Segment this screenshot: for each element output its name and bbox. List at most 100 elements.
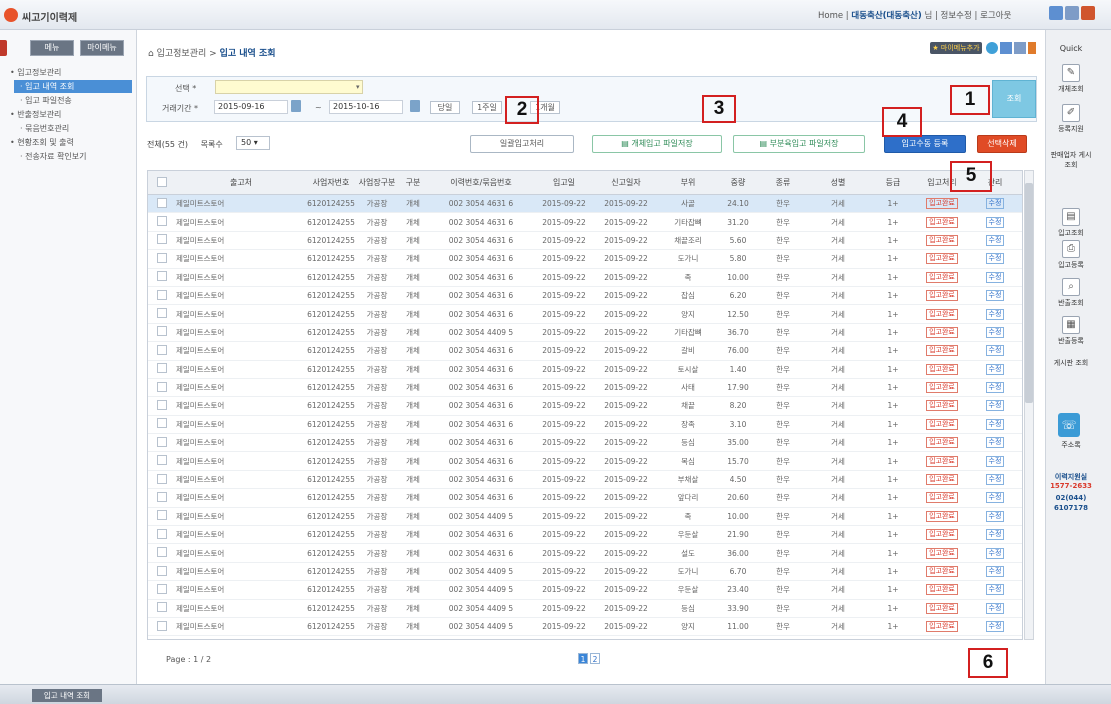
sidebar-item[interactable]: · 입고 내역 조회 (14, 80, 132, 93)
receive-status-badge[interactable]: 입고완료 (926, 345, 958, 357)
sidebar-item[interactable]: • 반출정보관리 (10, 108, 61, 121)
edit-button[interactable]: 수정 (985, 547, 1005, 559)
table-row[interactable]: 제일미트스토어 6120124255 가공장 개체 002 3054 4631 6 201… (148, 451, 1022, 471)
row-checkbox[interactable] (148, 470, 176, 490)
quick-receive-register[interactable]: ⎙ 입고등록 (1050, 240, 1092, 270)
column-header[interactable]: 종류 (758, 171, 808, 195)
receive-status-badge[interactable]: 입고완료 (926, 418, 958, 430)
receive-status-badge[interactable]: 입고완료 (926, 290, 958, 302)
receive-status-badge[interactable]: 입고완료 (926, 529, 958, 541)
edit-button[interactable]: 수정 (985, 510, 1005, 522)
column-header[interactable]: 신고일자 (594, 171, 658, 195)
edit-button[interactable]: 수정 (985, 382, 1005, 394)
tab-my-menu[interactable]: 마이메뉴 (80, 40, 124, 56)
delete-selected-button[interactable]: 선택삭제 (977, 135, 1027, 153)
row-checkbox[interactable] (148, 507, 176, 527)
print-icon[interactable] (1000, 42, 1012, 54)
row-checkbox[interactable] (148, 249, 176, 269)
table-row[interactable]: 제일미트스토어 6120124255 가공장 개체 002 3054 4631 6 201… (148, 525, 1022, 545)
rows-per-page-select[interactable]: 50 ▾ (236, 136, 270, 150)
edit-button[interactable]: 수정 (985, 584, 1005, 596)
select-dropdown-icon[interactable]: ▾ (356, 83, 360, 91)
column-header[interactable]: 부위 (658, 171, 718, 195)
edit-button[interactable]: 수정 (985, 400, 1005, 412)
bottom-tab-receive-lookup[interactable]: 입고 내역 조회 (32, 689, 102, 702)
close-icon[interactable] (1081, 6, 1095, 20)
breadcrumb-parent[interactable]: 입고정보관리 > (157, 49, 217, 59)
receive-status-badge[interactable]: 입고완료 (926, 216, 958, 228)
table-row[interactable]: 제일미트스토어 6120124255 가공장 개체 002 3054 4631 6 201… (148, 304, 1022, 324)
table-row[interactable]: 제일미트스토어 6120124255 가공장 개체 002 3054 4631 6 201… (148, 360, 1022, 379)
table-row[interactable]: 제일미트스토어 6120124255 가공장 개체 002 3054 4631 6 201… (148, 286, 1022, 306)
table-row[interactable]: 제일미트스토어6120124255가공장개체002 3054 4409 5201… (148, 323, 1022, 343)
edit-button[interactable]: 수정 (985, 437, 1005, 449)
row-checkbox[interactable] (148, 415, 176, 435)
table-row[interactable]: 제일미트스토어6120124255가공장개체002 3054 4409 5201… (148, 599, 1022, 618)
quick-export-register[interactable]: ▦ 반출등록 (1050, 316, 1092, 346)
row-checkbox[interactable] (148, 231, 176, 251)
row-checkbox[interactable] (148, 525, 176, 545)
row-checkbox[interactable] (148, 304, 176, 324)
table-row[interactable]: 제일미트스토어 6120124255 가공장 개체 002 3054 4631 6 201… (148, 194, 1022, 214)
edit-button[interactable]: 수정 (985, 363, 1005, 375)
maximize-icon[interactable] (1065, 6, 1079, 20)
table-row[interactable]: 제일미트스토어 6120124255 가공장 개체 002 3054 4631 6 201… (148, 212, 1022, 232)
calendar-icon[interactable] (410, 100, 420, 112)
quick-export-lookup[interactable]: ⌕ 반출조회 (1050, 278, 1092, 308)
column-header[interactable]: 성별 (808, 171, 868, 195)
row-checkbox[interactable] (148, 617, 176, 637)
scrollbar-thumb[interactable] (1025, 183, 1033, 403)
table-row[interactable]: 제일미트스토어 6120124255 가공장 개체 002 3054 4631 6 201… (148, 341, 1022, 361)
date-from-input[interactable]: 2015-09-16 (214, 100, 288, 114)
home-link[interactable]: Home (818, 11, 843, 21)
row-checkbox[interactable] (148, 543, 176, 563)
edit-button[interactable]: 수정 (985, 602, 1005, 614)
edit-button[interactable]: 수정 (985, 271, 1005, 283)
table-row[interactable]: 제일미트스토어6120124255가공장개체002 3054 4409 5201… (148, 507, 1022, 527)
table-row[interactable]: 제일미트스토어 6120124255 가공장 개체 002 3054 4631 6 201… (148, 231, 1022, 251)
phone-icon[interactable]: ☏ (1058, 413, 1080, 437)
row-checkbox[interactable] (148, 212, 176, 232)
row-checkbox[interactable] (148, 360, 176, 379)
table-row[interactable]: 제일미트스토어 6120124255 가공장 개체 002 3054 4631 6 201… (148, 396, 1022, 416)
tab-menu[interactable]: 메뉴 (30, 40, 74, 56)
sidebar-item[interactable]: · 묶음번호관리 (20, 122, 69, 135)
batch-receive-button[interactable]: 일괄입고처리 (470, 135, 574, 153)
table-row[interactable]: 제일미트스토어 6120124255 가공장 개체 002 3054 4631 6 201… (148, 378, 1022, 398)
table-row[interactable]: 제일미트스토어 6120124255 가공장 개체 002 3054 4631 6 201… (148, 268, 1022, 287)
edit-button[interactable]: 수정 (985, 529, 1005, 541)
receive-status-badge[interactable]: 입고완료 (926, 308, 958, 320)
row-checkbox[interactable] (148, 194, 176, 214)
quick-receive-lookup[interactable]: ▤ 입고조회 (1050, 208, 1092, 238)
table-row[interactable]: 제일미트스토어6120124255가공장개체002 3054 4409 5201… (148, 617, 1022, 637)
column-header[interactable]: 사업자번호 (306, 171, 356, 195)
sidebar-item[interactable]: • 입고정보관리 (10, 66, 61, 79)
select-input[interactable] (215, 80, 363, 94)
row-checkbox[interactable] (148, 268, 176, 287)
row-checkbox[interactable] (148, 378, 176, 398)
quick-register-support[interactable]: ✐ 등록지원 (1050, 104, 1092, 134)
sidebar-item[interactable]: · 전송자료 확인보기 (20, 150, 87, 163)
receive-status-badge[interactable]: 입고완료 (926, 382, 958, 394)
row-checkbox[interactable] (148, 396, 176, 416)
receive-status-badge[interactable]: 입고완료 (926, 602, 958, 614)
sidebar-item[interactable]: • 현황조회 및 출력 (10, 136, 74, 149)
edit-button[interactable]: 수정 (985, 326, 1005, 338)
close-page-icon[interactable] (1028, 42, 1036, 54)
table-row[interactable]: 제일미트스토어 6120124255 가공장 개체 002 3054 4631 6 201… (148, 488, 1022, 508)
add-favorite-button[interactable]: ★ 마이메뉴추가 (930, 42, 982, 54)
edit-button[interactable]: 수정 (985, 216, 1005, 228)
column-header[interactable]: 구분 (398, 171, 428, 195)
column-header[interactable]: 중량 (718, 171, 758, 195)
row-checkbox[interactable] (148, 323, 176, 343)
row-checkbox[interactable] (148, 580, 176, 600)
save-full-excel-button[interactable]: ▤ 개체입고 파일저장 (592, 135, 722, 153)
period-today-button[interactable]: 당일 (430, 101, 460, 114)
search-button[interactable]: 조회 (992, 80, 1036, 118)
edit-button[interactable]: 수정 (985, 308, 1005, 320)
quick-board[interactable]: 게시판 조회 (1050, 358, 1092, 368)
edit-button[interactable]: 수정 (985, 455, 1005, 467)
edit-button[interactable]: 수정 (985, 253, 1005, 265)
edit-button[interactable]: 수정 (985, 492, 1005, 504)
refresh-icon[interactable] (1014, 42, 1026, 54)
